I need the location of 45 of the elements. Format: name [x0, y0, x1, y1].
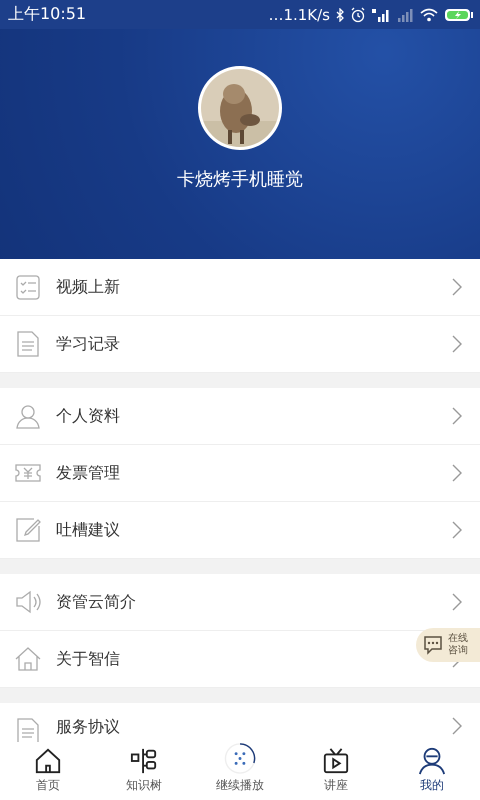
- tree-icon: [130, 747, 158, 775]
- home-icon: [34, 747, 62, 775]
- menu-label: 关于智信: [56, 648, 121, 670]
- wifi-icon: [419, 8, 439, 22]
- menu-label: 学习记录: [56, 334, 121, 354]
- tab[interactable]: 继续播放: [192, 742, 288, 800]
- tab[interactable]: 讲座: [288, 742, 384, 800]
- user-name: 卡烧烤手机睡觉: [177, 168, 303, 191]
- menu-label: 个人资料: [56, 406, 121, 426]
- menu-label: 服务协议: [56, 717, 121, 738]
- status-time: 上午10:51: [8, 4, 88, 25]
- network-speed: …1.1K/s: [268, 6, 330, 24]
- tv-icon: [322, 747, 350, 775]
- user-icon: [418, 747, 446, 775]
- menu-label: 视频上新: [56, 276, 121, 298]
- chevron-icon: [452, 464, 462, 482]
- menu-item[interactable]: 吐槽建议: [0, 502, 480, 559]
- menu-item[interactable]: 发票管理: [0, 445, 480, 502]
- chevron-icon: [452, 278, 462, 296]
- menu-item[interactable]: 个人资料: [0, 388, 480, 445]
- menu-label: 吐槽建议: [56, 520, 121, 540]
- signal-icon: [371, 8, 391, 22]
- tab[interactable]: 知识树: [96, 742, 192, 800]
- chevron-icon: [452, 717, 462, 735]
- chevron-icon: [452, 521, 462, 539]
- menu-label: 资管云简介: [56, 592, 137, 612]
- chevron-icon: [452, 335, 462, 353]
- chevron-icon: [452, 593, 462, 611]
- menu-item[interactable]: 视频上新: [0, 259, 480, 316]
- battery-icon: [444, 6, 474, 22]
- menu-item[interactable]: 学习记录: [0, 316, 480, 373]
- edit-icon: [14, 516, 42, 544]
- consult-tooltip[interactable]: 在线 咨询: [416, 628, 480, 662]
- chevron-icon: [452, 407, 462, 425]
- chat-icon: [422, 634, 444, 656]
- speaker-icon: [14, 588, 42, 616]
- alarm-icon: [350, 6, 366, 22]
- tab[interactable]: 首页: [0, 742, 96, 800]
- menu-label: 发票管理: [56, 462, 121, 484]
- chat-label: 在线 咨询: [448, 633, 468, 657]
- checklist-icon: [14, 273, 42, 301]
- weak-signal-icon: [396, 8, 414, 22]
- house-icon: [14, 645, 42, 673]
- bluetooth-icon: [335, 8, 345, 22]
- tab[interactable]: 我的: [384, 742, 480, 800]
